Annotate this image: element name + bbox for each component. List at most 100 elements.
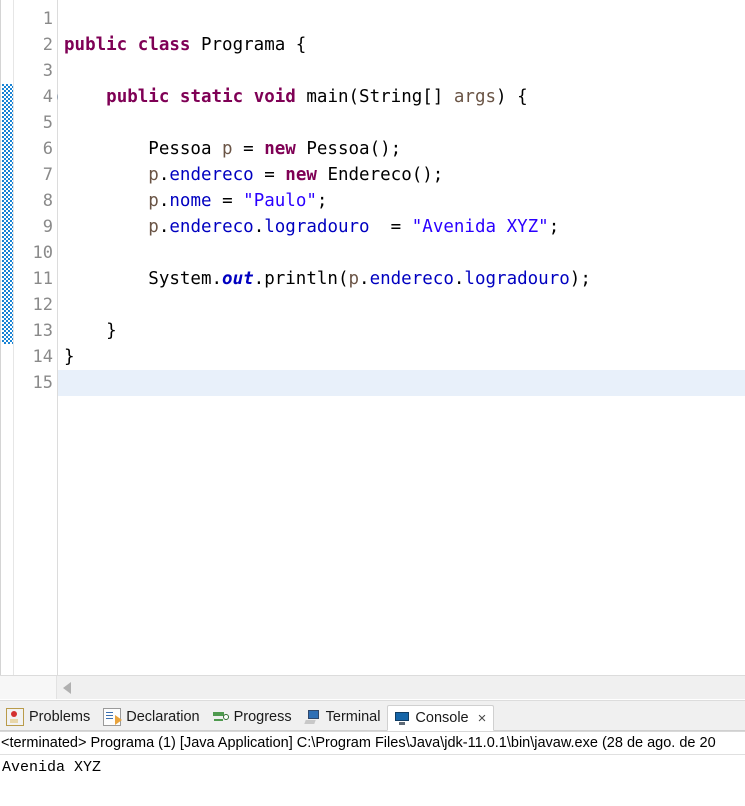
code-token: Endereco(); (316, 165, 444, 185)
code-token: new (285, 165, 317, 185)
scroll-left-arrow-icon[interactable] (63, 681, 71, 694)
line-number: 9 (42, 217, 53, 237)
code-line[interactable]: p.nome = "Paulo"; (58, 188, 745, 214)
tab-label: Terminal (325, 708, 381, 725)
code-line[interactable] (58, 58, 745, 84)
code-token: main(String[] (295, 87, 454, 107)
code-token: Pessoa (64, 139, 223, 159)
code-token: args (453, 87, 497, 107)
line-number: 6 (42, 139, 53, 159)
code-token: p (148, 165, 159, 185)
scrollbar-gutter-pad (0, 676, 57, 699)
code-token: . (253, 217, 265, 237)
tab-console[interactable]: Console × (387, 705, 495, 731)
tab-label: Progress (233, 708, 292, 725)
code-token: Programa { (190, 35, 307, 55)
code-token: public (106, 87, 170, 107)
annotation-ruler[interactable] (1, 0, 14, 675)
tab-label: Console (415, 709, 469, 726)
code-token: p (148, 191, 159, 211)
code-token: ); (569, 269, 591, 289)
code-token: endereco (169, 217, 254, 237)
code-token: static (179, 87, 244, 107)
code-token: . (453, 269, 465, 289)
declaration-icon (103, 708, 123, 726)
code-token: } (64, 321, 117, 341)
editor-body: 1 2 3 4 5 6 7 8 9 10 11 12 13 14 15 public class Progr… (0, 0, 745, 675)
code-line[interactable] (58, 292, 745, 318)
code-token: endereco (369, 269, 454, 289)
line-number: 3 (42, 61, 53, 81)
code-token: ) { (496, 87, 528, 107)
line-number: 5 (42, 113, 53, 133)
code-token: endereco (169, 165, 254, 185)
code-token: = (369, 217, 412, 237)
tab-problems[interactable]: Problems (0, 704, 97, 730)
code-token: p (222, 139, 233, 159)
code-token: . (158, 217, 170, 237)
code-token: = (253, 165, 286, 185)
code-line[interactable] (58, 110, 745, 136)
line-number: 4 (14, 84, 68, 110)
code-token: .println( (253, 269, 349, 289)
code-token: Pessoa(); (295, 139, 402, 159)
problems-icon (6, 708, 24, 726)
line-number: 7 (42, 165, 53, 185)
code-token: . (158, 191, 170, 211)
terminal-icon (305, 709, 321, 725)
code-line[interactable]: Pessoa p = new Pessoa(); (58, 136, 745, 162)
editor-horizontal-scrollbar[interactable] (0, 675, 745, 699)
code-token: System. (64, 269, 223, 289)
line-number: 10 (32, 243, 53, 263)
line-number: 11 (32, 269, 53, 289)
code-token: "Paulo" (243, 191, 317, 211)
close-icon[interactable]: × (478, 711, 487, 726)
tab-declaration[interactable]: Declaration (97, 704, 206, 730)
code-token: . (158, 165, 170, 185)
method-range-indicator (2, 84, 13, 344)
code-line[interactable]: } (58, 344, 745, 370)
progress-icon (212, 709, 229, 725)
code-token: } (64, 347, 75, 367)
line-number: 1 (42, 9, 53, 29)
line-number: 2 (42, 35, 53, 55)
code-line[interactable]: p.endereco = new Endereco(); (58, 162, 745, 188)
console-view: <terminated> Programa (1) [Java Applicat… (0, 731, 745, 806)
console-output-area[interactable]: Avenida XYZ (0, 754, 745, 778)
tab-label: Declaration (126, 708, 200, 725)
code-line[interactable]: public static void main(String[] args) { (58, 84, 745, 110)
code-line[interactable]: public class Programa { (58, 32, 745, 58)
code-token: logradouro (264, 217, 370, 237)
line-number: 14 (32, 347, 53, 367)
code-text-area[interactable]: public class Programa { public static vo… (58, 0, 745, 675)
code-line[interactable] (58, 6, 745, 32)
code-token: p (348, 269, 360, 289)
scrollbar-track[interactable] (57, 676, 745, 699)
tab-progress[interactable]: Progress (207, 704, 299, 730)
bottom-view-panel: Problems Declaration Progress Terminal Conso… (0, 700, 745, 806)
line-number-gutter[interactable]: 1 2 3 4 5 6 7 8 9 10 11 12 13 14 15 (14, 0, 68, 675)
code-token: ; (548, 217, 560, 237)
code-token: out (222, 269, 254, 289)
code-line[interactable]: } (58, 318, 745, 344)
code-token: logradouro (464, 269, 570, 289)
code-line[interactable] (58, 370, 745, 396)
code-line[interactable]: p.endereco.logradouro = "Avenida XYZ"; (58, 214, 745, 240)
code-token: nome (169, 191, 212, 211)
code-token: "Avenida XYZ" (411, 217, 549, 237)
tab-label: Problems (29, 708, 91, 725)
code-token: new (264, 139, 296, 159)
tab-terminal[interactable]: Terminal (299, 704, 388, 730)
code-line[interactable] (58, 240, 745, 266)
code-token: = (232, 139, 265, 159)
code-line[interactable]: System.out.println(p.endereco.logradouro… (58, 266, 745, 292)
eclipse-ide-window: 1 2 3 4 5 6 7 8 9 10 11 12 13 14 15 public class Progr… (0, 0, 745, 806)
view-tab-bar: Problems Declaration Progress Terminal Conso… (0, 704, 745, 731)
